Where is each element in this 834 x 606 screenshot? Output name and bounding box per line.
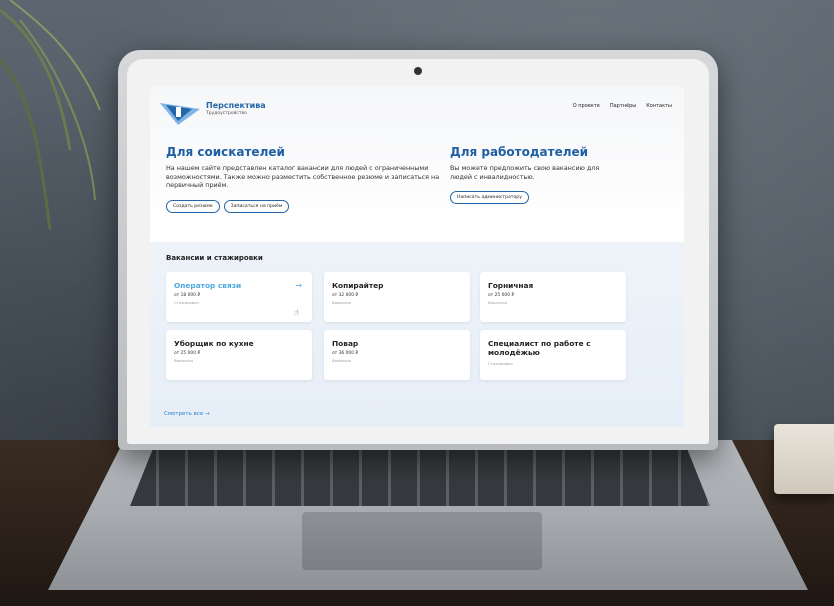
see-all-link[interactable]: Смотреть все → (164, 411, 210, 417)
vacancy-title: Повар (332, 339, 359, 348)
brand-name: Перспектива (206, 101, 266, 110)
vacancy-card[interactable]: Специалист по работе с молодёжью Стажиро… (480, 330, 626, 380)
vacancies-section: Вакансии и стажировки Оператор связи от … (150, 242, 684, 427)
hand-cursor-icon: ☝ (294, 308, 299, 317)
vacancy-kind: Стажировка (174, 300, 199, 305)
laptop-screen: Перспектива Трудоустройство О проекте Па… (150, 87, 684, 427)
laptop-keyboard (130, 448, 710, 506)
nav-contacts[interactable]: Контакты (646, 103, 672, 109)
vacancy-card[interactable]: Горничная от 25 000 ₽ Вакансия (480, 272, 626, 322)
vacancies-title: Вакансии и стажировки (166, 254, 263, 262)
top-nav: О проекте Партнёры Контакты (573, 103, 672, 109)
camera-icon (414, 67, 422, 75)
vacancy-salary: от 36 000 ₽ (332, 351, 359, 356)
create-resume-button[interactable]: Создать резюме (166, 199, 220, 213)
vacancy-salary: от 25 000 ₽ (174, 351, 201, 356)
vacancy-kind: Вакансия (174, 358, 193, 363)
perspektiva-logo-icon[interactable] (160, 99, 200, 127)
nav-about[interactable]: О проекте (573, 103, 600, 109)
vacancy-kind: Вакансия (332, 358, 351, 363)
brand-subtitle: Трудоустройство (206, 111, 247, 116)
vacancy-title: Копирайтер (332, 281, 384, 290)
employers-title: Для работодателей (450, 145, 589, 159)
seekers-text: На нашем сайте представлен каталог вакан… (166, 164, 440, 189)
vacancy-kind: Вакансия (488, 300, 507, 305)
seekers-title: Для соискателей (166, 145, 285, 159)
signup-button[interactable]: Записаться на приём (223, 199, 290, 213)
vacancy-title: Оператор связи (174, 281, 242, 290)
employers-section: Для работодателей Вы можете предложить с… (450, 145, 600, 204)
nav-partners[interactable]: Партнёры (610, 103, 636, 109)
screen-bezel: Перспектива Трудоустройство О проекте Па… (127, 59, 709, 444)
write-admin-button[interactable]: Написать администратору (450, 191, 529, 204)
vacancy-title: Уборщик по кухне (174, 339, 254, 348)
vacancy-card[interactable]: Повар от 36 000 ₽ Вакансия (324, 330, 470, 380)
employers-text: Вы можете предложить свою вакансию для л… (450, 164, 600, 181)
vacancy-title: Специалист по работе с молодёжью (488, 339, 591, 357)
vacancy-kind: Вакансия (332, 300, 351, 305)
laptop-lid: Перспектива Трудоустройство О проекте Па… (118, 50, 718, 450)
vacancy-salary: от 32 000 ₽ (332, 293, 359, 298)
vacancy-card[interactable]: Оператор связи от 18 000 ₽ Стажировка → … (166, 272, 312, 322)
vacancy-salary: от 25 000 ₽ (488, 293, 515, 298)
vacancy-salary: от 18 000 ₽ (174, 293, 201, 298)
vacancy-title: Горничная (488, 281, 534, 290)
page-header-section: Перспектива Трудоустройство О проекте Па… (150, 87, 684, 237)
brand[interactable]: Перспектива Трудоустройство (206, 101, 266, 116)
vacancy-card[interactable]: Копирайтер от 32 000 ₽ Вакансия (324, 272, 470, 322)
laptop-touchpad (302, 512, 542, 570)
vacancy-card[interactable]: Уборщик по кухне от 25 000 ₽ Вакансия (166, 330, 312, 380)
notebook (774, 424, 834, 494)
vacancy-kind: Стажировка (488, 361, 513, 366)
arrow-right-icon: → (295, 281, 302, 290)
seekers-section: Для соискателей На нашем сайте представл… (166, 145, 446, 213)
